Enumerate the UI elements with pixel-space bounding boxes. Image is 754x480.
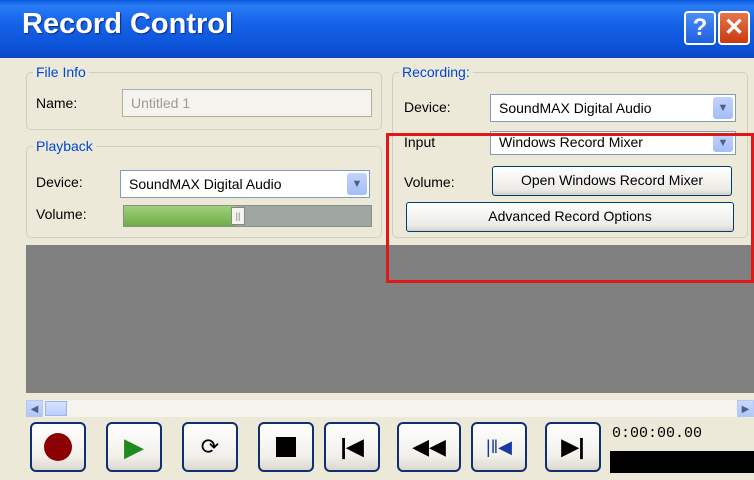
loop-button[interactable]: ⟳ bbox=[182, 422, 238, 472]
file-info-legend: File Info bbox=[33, 64, 89, 80]
playback-device-select[interactable]: SoundMAX Digital Audio ▼ bbox=[120, 170, 370, 198]
play-icon: ▶ bbox=[124, 431, 144, 462]
recording-device-value: SoundMAX Digital Audio bbox=[499, 100, 652, 116]
recording-device-select[interactable]: SoundMAX Digital Audio ▼ bbox=[490, 94, 736, 122]
skip-to-start-button[interactable]: |◀ bbox=[324, 422, 380, 472]
scrollbar-thumb[interactable] bbox=[45, 401, 67, 416]
marker-icon: |‖◀ bbox=[486, 436, 512, 457]
recording-legend: Recording: bbox=[399, 64, 473, 80]
scroll-right-icon[interactable]: ▶ bbox=[737, 400, 754, 417]
chevron-down-icon: ▼ bbox=[347, 173, 367, 195]
help-button[interactable]: ? bbox=[684, 11, 716, 45]
name-label: Name: bbox=[36, 95, 78, 111]
horizontal-scrollbar[interactable]: ◀ ▶ bbox=[26, 400, 754, 417]
record-control-window: Record Control ? ✕ File Info Name: Untit… bbox=[0, 0, 754, 480]
time-display: 0:00:00.00 bbox=[612, 425, 703, 442]
rewind-icon: ◀◀ bbox=[412, 434, 446, 459]
scroll-left-icon[interactable]: ◀ bbox=[26, 400, 43, 417]
level-meter bbox=[610, 451, 754, 473]
playback-volume-slider[interactable]: || bbox=[123, 205, 372, 227]
skip-back-icon: |◀ bbox=[340, 434, 364, 459]
chevron-down-icon: ▼ bbox=[713, 97, 733, 119]
close-button[interactable]: ✕ bbox=[718, 11, 750, 45]
volume-fill bbox=[124, 206, 235, 226]
rewind-button[interactable]: ◀◀ bbox=[397, 422, 461, 472]
marker-button[interactable]: |‖◀ bbox=[471, 422, 527, 472]
playback-device-value: SoundMAX Digital Audio bbox=[129, 176, 282, 192]
stop-button[interactable] bbox=[258, 422, 314, 472]
file-name-field[interactable]: Untitled 1 bbox=[122, 89, 372, 117]
playback-device-label: Device: bbox=[36, 174, 83, 190]
stop-icon bbox=[276, 437, 296, 457]
volume-slider-thumb[interactable]: || bbox=[231, 207, 245, 225]
loop-icon: ⟳ bbox=[200, 434, 220, 459]
window-title: Record Control bbox=[22, 8, 234, 40]
skip-to-end-button[interactable]: ▶| bbox=[545, 422, 601, 472]
skip-forward-icon: ▶| bbox=[561, 434, 585, 459]
recording-device-label: Device: bbox=[404, 99, 451, 115]
highlight-annotation-box bbox=[386, 133, 754, 283]
playback-volume-label: Volume: bbox=[36, 206, 87, 222]
record-button[interactable] bbox=[30, 422, 86, 472]
playback-legend: Playback bbox=[33, 138, 96, 154]
record-icon bbox=[44, 433, 72, 461]
play-button[interactable]: ▶ bbox=[106, 422, 162, 472]
title-bar[interactable]: Record Control ? ✕ bbox=[0, 0, 754, 58]
